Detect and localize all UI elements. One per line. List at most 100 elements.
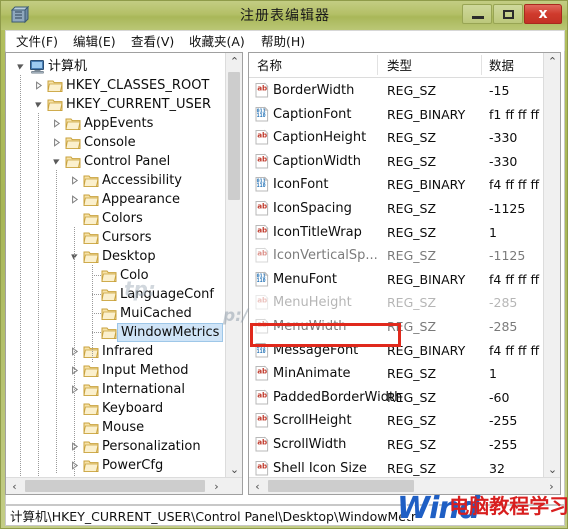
chevron-right-icon[interactable] [52, 119, 61, 128]
registry-value-row[interactable]: ab PaddedBorderWidth REG_SZ -60 [249, 386, 544, 410]
value-name[interactable]: MenuHeight [273, 294, 352, 312]
list-vertical-scrollbar[interactable]: ⌃ ⌄ [543, 53, 560, 478]
chevron-down-icon[interactable] [52, 157, 61, 166]
tree-node--[interactable]: 计算机 [6, 56, 226, 77]
menu-item-1[interactable]: 编辑(E) [71, 33, 118, 50]
registry-value-row[interactable]: ab BorderWidth REG_SZ -15 [249, 79, 544, 103]
list-scroll-right-button[interactable]: › [543, 478, 560, 494]
value-name[interactable]: IconFont [273, 176, 328, 194]
value-name[interactable]: ScrollHeight [273, 412, 352, 430]
tree-node-infrared[interactable]: Infrared [6, 341, 226, 362]
tree-node-label[interactable]: Desktop [102, 248, 156, 265]
registry-value-row[interactable]: ab IconTitleWrap REG_SZ 1 [249, 221, 544, 245]
chevron-right-icon[interactable] [52, 138, 61, 147]
tree-node-label[interactable]: 计算机 [48, 58, 87, 75]
value-name[interactable]: MenuFont [273, 271, 337, 289]
value-name[interactable]: CaptionWidth [273, 153, 361, 171]
tree-node-appearance[interactable]: Appearance [6, 189, 226, 210]
list-horizontal-scrollbar[interactable]: ‹ › [249, 477, 560, 494]
close-button[interactable]: x [524, 4, 562, 24]
registry-tree-pane[interactable]: 计算机 HKEY_CLASSES_ROOT HKEY_CURRENT_USER App… [5, 52, 243, 495]
list-scroll-down-button[interactable]: ⌄ [544, 461, 560, 478]
tree-node-muicached[interactable]: MuiCached [6, 303, 226, 324]
tree-node-label[interactable]: Colors [102, 210, 143, 227]
registry-value-row[interactable]: ab ScrollWidth REG_SZ -255 [249, 433, 544, 457]
tree-horizontal-scrollbar[interactable]: ‹ › [6, 477, 242, 494]
tree-scroll-up-button[interactable]: ⌃ [226, 53, 242, 70]
tree-node-label[interactable]: WindowMetrics [117, 323, 224, 342]
tree-scroll-left-button[interactable]: ‹ [6, 478, 23, 494]
tree-node-keyboard[interactable]: Keyboard [6, 398, 226, 419]
registry-value-row[interactable]: ab ScrollHeight REG_SZ -255 [249, 409, 544, 433]
tree-node-label[interactable]: Personalization [102, 438, 201, 455]
registry-values-pane[interactable]: 名称 类型 数据 ab BorderWidth REG_SZ -15 011 110 Capti… [248, 52, 561, 495]
value-name[interactable]: CaptionFont [273, 106, 352, 124]
tree-node-input-method[interactable]: Input Method [6, 360, 226, 381]
tree-node-personalization[interactable]: Personalization [6, 436, 226, 457]
value-name[interactable]: CaptionHeight [273, 129, 366, 147]
column-header-0[interactable]: 名称 [257, 56, 282, 75]
menu-item-3[interactable]: 收藏夹(A) [187, 33, 247, 50]
tree-node-label[interactable]: HKEY_CURRENT_USER [66, 96, 211, 113]
tree-horizontal-scroll-thumb[interactable] [25, 480, 205, 492]
minimize-button[interactable] [462, 4, 492, 24]
tree-node-cursors[interactable]: Cursors [6, 227, 226, 248]
registry-value-row[interactable]: 011 110 MenuFont REG_BINARY f4 ff ff ff [249, 268, 544, 292]
tree-scroll-right-button[interactable]: › [208, 478, 225, 494]
chevron-right-icon[interactable] [34, 81, 43, 90]
tree-node-colors[interactable]: Colors [6, 208, 226, 229]
value-name[interactable]: IconTitleWrap [273, 224, 362, 242]
value-name[interactable]: MinAnimate [273, 365, 351, 383]
column-header-2[interactable]: 数据 [489, 56, 514, 75]
list-column-header[interactable]: 名称 类型 数据 [249, 53, 544, 78]
column-separator[interactable] [377, 55, 378, 75]
registry-value-row[interactable]: 011 110 CaptionFont REG_BINARY f1 ff ff ff [249, 103, 544, 127]
tree-vertical-scroll-thumb[interactable] [228, 72, 240, 200]
tree-node-mouse[interactable]: Mouse [6, 417, 226, 438]
registry-value-row[interactable]: ab CaptionWidth REG_SZ -330 [249, 150, 544, 174]
tree-node-control-panel[interactable]: Control Panel [6, 151, 226, 172]
tree-node-windowmetrics[interactable]: WindowMetrics [6, 322, 226, 343]
tree-node-label[interactable]: Keyboard [102, 400, 163, 417]
tree-node-colo[interactable]: Colo [6, 265, 226, 286]
tree-node-label[interactable]: MuiCached [120, 305, 192, 322]
tree-node-appevents[interactable]: AppEvents [6, 113, 226, 134]
value-name[interactable]: BorderWidth [273, 82, 354, 100]
menu-item-0[interactable]: 文件(F) [14, 33, 60, 50]
tree-node-label[interactable]: Cursors [102, 229, 152, 246]
tree-vertical-scrollbar[interactable]: ⌃ ⌄ [225, 53, 242, 478]
chevron-right-icon[interactable] [70, 195, 79, 204]
registry-value-row[interactable]: ab MenuHeight REG_SZ -285 [249, 291, 544, 315]
tree-node-powercfg[interactable]: PowerCfg [6, 455, 226, 476]
column-separator[interactable] [481, 55, 482, 75]
chevron-down-icon[interactable] [16, 62, 25, 71]
tree-node-label[interactable]: Console [84, 134, 136, 151]
tree-node-label[interactable]: Infrared [102, 343, 153, 360]
tree-node-label[interactable]: HKEY_CLASSES_ROOT [66, 77, 209, 94]
list-scroll-up-button[interactable]: ⌃ [544, 53, 560, 70]
value-name[interactable]: IconVerticalSp... [273, 247, 378, 265]
value-name[interactable]: Shell Icon Size [273, 460, 367, 478]
tree-node-console[interactable]: Console [6, 132, 226, 153]
chevron-right-icon[interactable] [70, 176, 79, 185]
registry-value-row[interactable]: ab MinAnimate REG_SZ 1 [249, 362, 544, 386]
tree-node-label[interactable]: LanguageConf [120, 286, 214, 303]
tree-node-desktop[interactable]: Desktop [6, 246, 226, 267]
value-name[interactable]: IconSpacing [273, 200, 352, 218]
tree-node-label[interactable]: Accessibility [102, 172, 182, 189]
tree-node-languageconf[interactable]: LanguageConf [6, 284, 226, 305]
maximize-button[interactable] [493, 4, 523, 24]
tree-node-label[interactable]: Mouse [102, 419, 144, 436]
column-header-1[interactable]: 类型 [387, 56, 412, 75]
menu-item-4[interactable]: 帮助(H) [259, 33, 307, 50]
list-horizontal-scroll-thumb[interactable] [268, 480, 414, 492]
tree-node-label[interactable]: Colo [120, 267, 149, 284]
registry-value-row[interactable]: ab IconSpacing REG_SZ -1125 [249, 197, 544, 221]
tree-node-label[interactable]: AppEvents [84, 115, 153, 132]
tree-node-hkey-current-user[interactable]: HKEY_CURRENT_USER [6, 94, 226, 115]
value-name[interactable]: PaddedBorderWidth [273, 389, 402, 407]
tree-scroll-down-button[interactable]: ⌄ [226, 461, 242, 478]
tree-node-label[interactable]: Control Panel [84, 153, 170, 170]
value-name[interactable]: ScrollWidth [273, 436, 346, 454]
chevron-down-icon[interactable] [34, 100, 43, 109]
